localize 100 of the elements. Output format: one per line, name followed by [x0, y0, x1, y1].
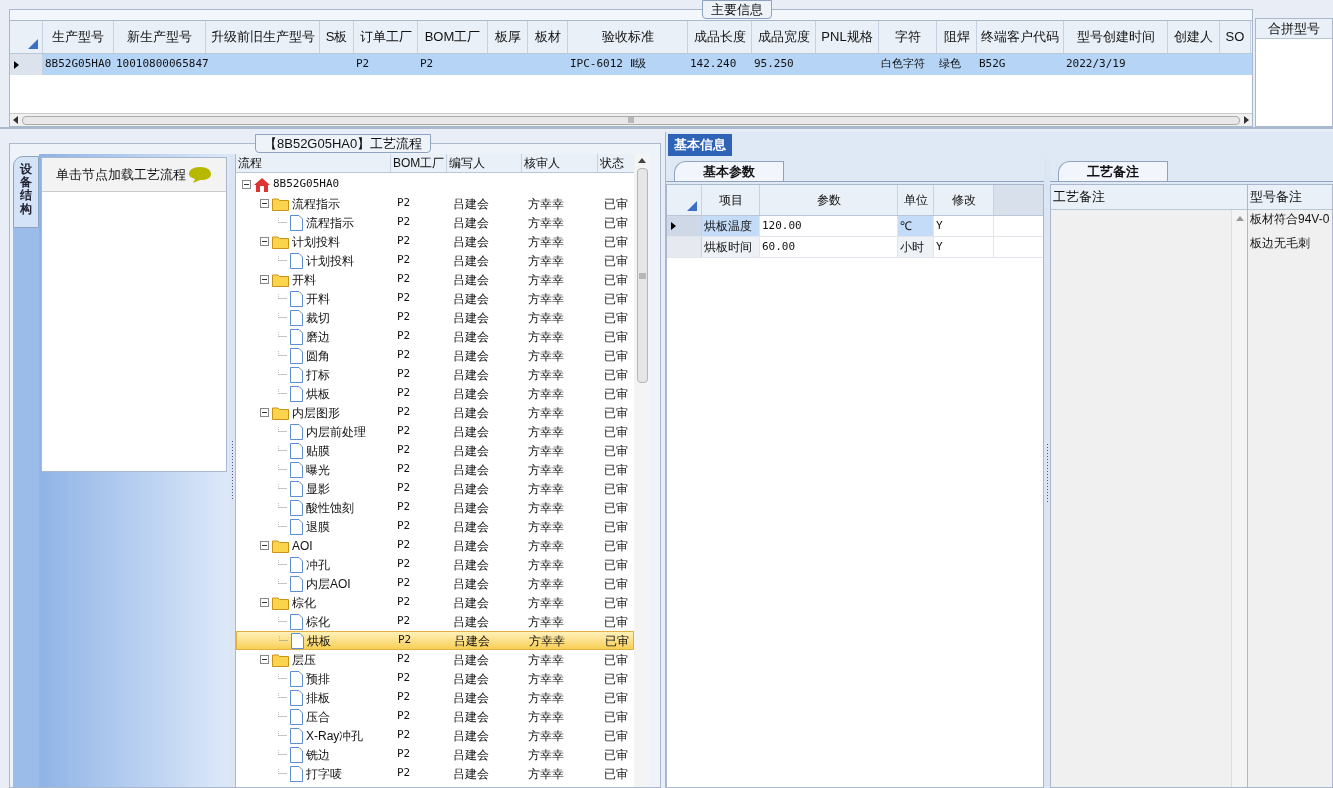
table-cell: 吕建会: [453, 481, 489, 496]
column-header[interactable]: 终端客户代码: [977, 21, 1064, 53]
tree-row[interactable]: 打标 P2 吕建会 方幸幸 已审: [236, 365, 634, 384]
table-cell: 吕建会: [453, 367, 489, 382]
tree-row[interactable]: 计划投料 P2 吕建会 方幸幸 已审: [236, 232, 634, 251]
tree-row[interactable]: 棕化 P2 吕建会 方幸幸 已审: [236, 612, 634, 631]
column-header[interactable]: 板厚: [488, 21, 528, 53]
tab[interactable]: 基本信息: [668, 134, 732, 156]
collapse-icon[interactable]: [242, 180, 251, 189]
column-header[interactable]: 核审人: [522, 154, 598, 172]
tree-row[interactable]: 铣边 P2 吕建会 方幸幸 已审: [236, 745, 634, 764]
tree-row[interactable]: 排板 P2 吕建会 方幸幸 已审: [236, 688, 634, 707]
vertical-scrollbar[interactable]: [634, 154, 650, 787]
vertical-scrollbar[interactable]: [1231, 210, 1247, 787]
column-header[interactable]: 成品宽度: [752, 21, 816, 53]
table-cell: 方幸幸: [528, 709, 564, 724]
table-row[interactable]: 烘板时间 60.00 小时 Y: [667, 237, 1043, 258]
folder-icon: [272, 595, 289, 610]
tree-row[interactable]: 预排 P2 吕建会 方幸幸 已审: [236, 669, 634, 688]
column-header[interactable]: 板材: [528, 21, 568, 53]
tree-row[interactable]: 打字唛 P2 吕建会 方幸幸 已审: [236, 764, 634, 783]
column-header[interactable]: 型号备注: [1248, 185, 1332, 210]
tree-row[interactable]: 计划投料 P2 吕建会 方幸幸 已审: [236, 251, 634, 270]
column-header[interactable]: 项目: [702, 185, 760, 215]
collapse-icon[interactable]: [260, 541, 269, 550]
tree-row[interactable]: AOI P2 吕建会 方幸幸 已审: [236, 536, 634, 555]
collapse-icon[interactable]: [260, 237, 269, 246]
column-header[interactable]: 参数: [760, 185, 898, 215]
tree-row[interactable]: 圆角 P2 吕建会 方幸幸 已审: [236, 346, 634, 365]
collapse-icon[interactable]: [260, 598, 269, 607]
tree-row[interactable]: 开料 P2 吕建会 方幸幸 已审: [236, 289, 634, 308]
side-tab[interactable]: 设备结构: [13, 156, 39, 228]
column-header[interactable]: 流程: [236, 154, 391, 172]
column-header[interactable]: PNL规格: [816, 21, 879, 53]
column-header[interactable]: 字符: [879, 21, 937, 53]
tree-row[interactable]: 烘板 P2 吕建会 方幸幸 已审: [236, 384, 634, 403]
column-header[interactable]: BOM工厂: [418, 21, 488, 53]
column-header[interactable]: 新生产型号: [114, 21, 206, 53]
scrollbar-thumb[interactable]: [22, 115, 1240, 125]
document-icon: [290, 214, 303, 231]
collapse-icon[interactable]: [260, 275, 269, 284]
column-header[interactable]: 单位: [898, 185, 934, 215]
tab[interactable]: 工艺备注: [1058, 161, 1168, 181]
house-icon: [254, 177, 270, 192]
collapse-icon[interactable]: [260, 199, 269, 208]
tree-row[interactable]: 退膜 P2 吕建会 方幸幸 已审: [236, 517, 634, 536]
column-header[interactable]: 编写人: [447, 154, 522, 172]
column-header[interactable]: 工艺备注: [1051, 185, 1247, 210]
table-cell: 吕建会: [453, 652, 489, 667]
scrollbar-thumb[interactable]: [636, 168, 648, 383]
tree-row[interactable]: 内层前处理 P2 吕建会 方幸幸 已审: [236, 422, 634, 441]
table-cell: 吕建会: [453, 462, 489, 477]
row-header[interactable]: [667, 216, 702, 236]
table-cell: P2: [397, 652, 411, 666]
column-header[interactable]: 阻焊: [937, 21, 977, 53]
table-cell-text: 60.00: [762, 238, 796, 255]
table-cell: 已审: [604, 576, 628, 591]
tree-row[interactable]: 内层图形 P2 吕建会 方幸幸 已审: [236, 403, 634, 422]
table-cell: 方幸幸: [528, 462, 564, 477]
collapse-icon[interactable]: [260, 655, 269, 664]
tree-row[interactable]: 流程指示 P2 吕建会 方幸幸 已审: [236, 213, 634, 232]
column-header[interactable]: 合拼型号: [1256, 19, 1332, 39]
tree-row[interactable]: 酸性蚀刻 P2 吕建会 方幸幸 已审: [236, 498, 634, 517]
column-header[interactable]: 创建人: [1168, 21, 1220, 53]
tree-row[interactable]: 曝光 P2 吕建会 方幸幸 已审: [236, 460, 634, 479]
tree-row[interactable]: 层压 P2 吕建会 方幸幸 已审: [236, 650, 634, 669]
tab[interactable]: 基本参数: [674, 161, 784, 181]
column-header[interactable]: 订单工厂: [354, 21, 418, 53]
column-header[interactable]: SO: [1220, 21, 1251, 53]
tree-row[interactable]: 磨边 P2 吕建会 方幸幸 已审: [236, 327, 634, 346]
tree-row[interactable]: 裁切 P2 吕建会 方幸幸 已审: [236, 308, 634, 327]
table-cell: 10010800065847: [116, 56, 209, 73]
table-cell: P2: [397, 709, 411, 723]
column-header[interactable]: 升级前旧生产型号: [206, 21, 320, 53]
tree-row[interactable]: 内层AOI P2 吕建会 方幸幸 已审: [236, 574, 634, 593]
column-header[interactable]: 生产型号: [43, 21, 114, 53]
tree-row[interactable]: 压合 P2 吕建会 方幸幸 已审: [236, 707, 634, 726]
column-header[interactable]: 成品长度: [688, 21, 752, 53]
tree-row[interactable]: 烘板 P2 吕建会 方幸幸 已审: [236, 631, 634, 650]
table-cell: 方幸幸: [528, 348, 564, 363]
column-header[interactable]: BOM工厂: [391, 154, 447, 172]
column-header[interactable]: S板: [320, 21, 354, 53]
tree-row[interactable]: X-Ray冲孔 P2 吕建会 方幸幸 已审: [236, 726, 634, 745]
tree-row[interactable]: 8B52G05HA0: [236, 175, 634, 194]
column-header[interactable]: 验收标准: [568, 21, 688, 53]
tree-row[interactable]: 流程指示 P2 吕建会 方幸幸 已审: [236, 194, 634, 213]
document-icon: [290, 765, 303, 782]
table-cell: 已审: [604, 747, 628, 762]
table-row[interactable]: 烘板温度 120.00 ℃ Y: [667, 216, 1043, 237]
collapse-icon[interactable]: [260, 408, 269, 417]
horizontal-scrollbar[interactable]: [10, 113, 1252, 126]
table-cell: 已审: [604, 671, 628, 686]
tree-row[interactable]: 显影 P2 吕建会 方幸幸 已审: [236, 479, 634, 498]
document-icon: [290, 480, 303, 497]
table-row[interactable]: 8B52G05HA0 10010800065847 P2 P2 IPC-6012 Ⅱ级 142.240 95.250 白色字符 绿色 B52G 2022/3/19: [10, 54, 1252, 75]
tree-row[interactable]: 开料 P2 吕建会 方幸幸 已审: [236, 270, 634, 289]
tree-row[interactable]: 冲孔 P2 吕建会 方幸幸 已审: [236, 555, 634, 574]
tree-row[interactable]: 贴膜 P2 吕建会 方幸幸 已审: [236, 441, 634, 460]
tree-row[interactable]: 棕化 P2 吕建会 方幸幸 已审: [236, 593, 634, 612]
column-header[interactable]: 型号创建时间: [1064, 21, 1168, 53]
